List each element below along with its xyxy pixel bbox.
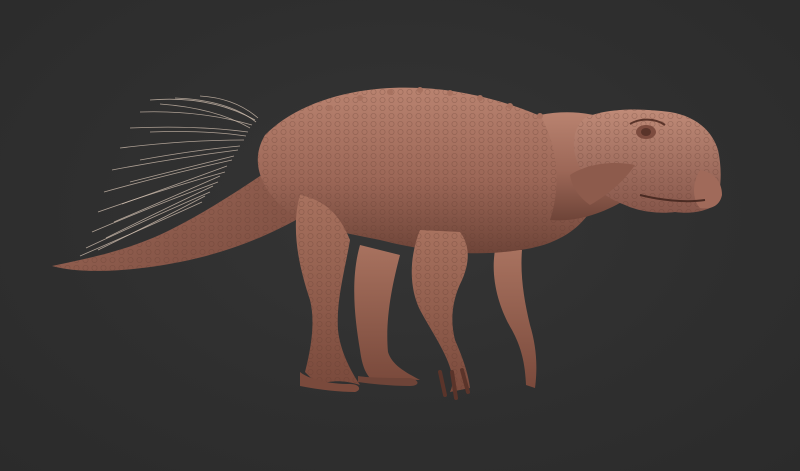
hind-leg-far bbox=[354, 245, 420, 380]
render-viewport bbox=[0, 0, 800, 471]
dinosaur-model bbox=[52, 87, 722, 400]
hand-claws bbox=[438, 368, 470, 400]
front-leg-far bbox=[493, 250, 537, 388]
